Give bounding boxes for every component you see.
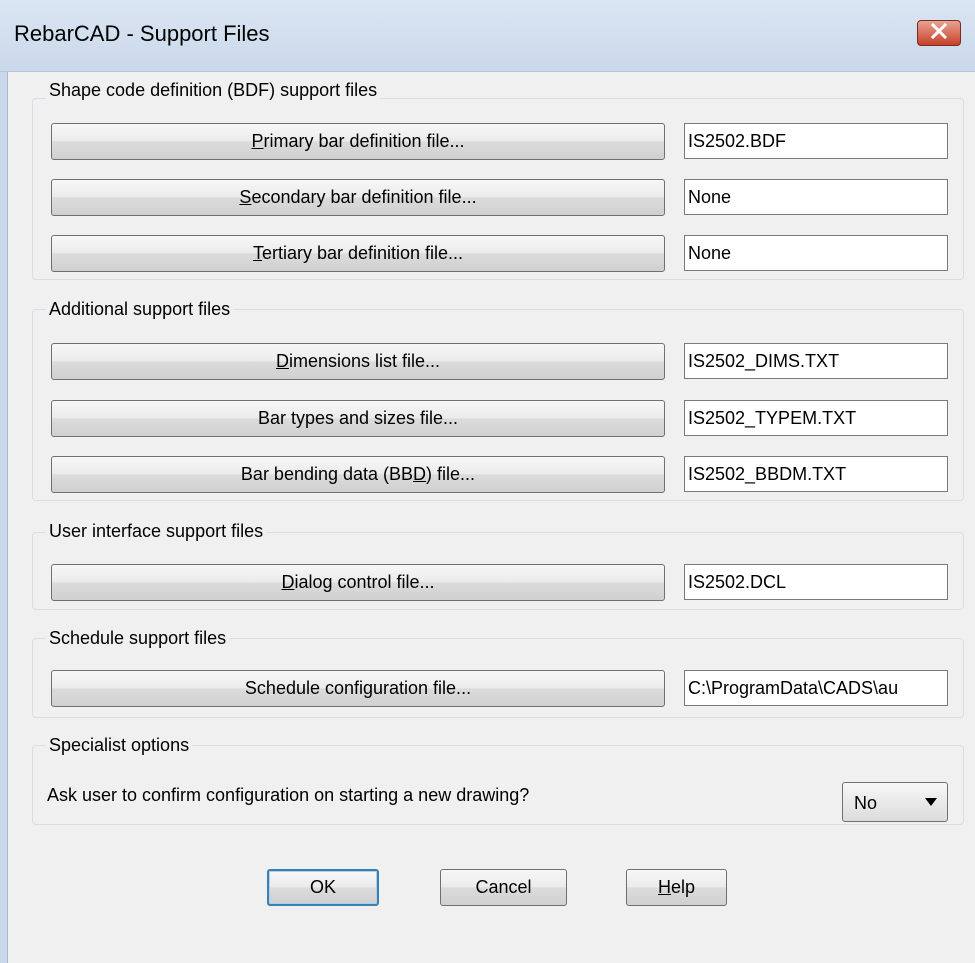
cancel-button[interactable]: Cancel [440,869,567,906]
close-button[interactable] [917,20,961,46]
bar-types-sizes-button[interactable]: Bar types and sizes file... [51,400,665,437]
shape-code-group-label: Shape code definition (BDF) support file… [46,80,381,101]
ok-button[interactable]: OK [267,869,379,906]
schedule-configuration-button[interactable]: Schedule configuration file... [51,670,665,707]
dimensions-list-field[interactable]: IS2502_DIMS.TXT [684,343,948,379]
primary-bar-definition-field[interactable]: IS2502.BDF [684,123,948,159]
secondary-bar-definition-field[interactable]: None [684,179,948,215]
dialog-control-button[interactable]: Dialog control file... [51,564,665,601]
select-value: No [854,793,878,813]
primary-bar-definition-button[interactable]: Primary bar definition file... [51,123,665,160]
chevron-down-icon [925,798,937,806]
dialog-control-field[interactable]: IS2502.DCL [684,564,948,600]
window-frame [0,72,8,963]
ui-support-group-label: User interface support files [46,521,267,542]
dimensions-list-button[interactable]: Dimensions list file... [51,343,665,380]
close-icon [930,22,948,44]
window-title: RebarCAD - Support Files [14,21,270,46]
schedule-configuration-field[interactable]: C:\ProgramData\CADS\au [684,670,948,706]
bar-types-sizes-field[interactable]: IS2502_TYPEM.TXT [684,400,948,436]
title-bar: RebarCAD - Support Files [0,0,975,72]
help-button[interactable]: Help [626,869,727,906]
tertiary-bar-definition-field[interactable]: None [684,235,948,271]
bar-bending-data-field[interactable]: IS2502_BBDM.TXT [684,456,948,492]
bar-bending-data-button[interactable]: Bar bending data (BBD) file... [51,456,665,493]
confirm-configuration-select[interactable]: No [842,782,948,822]
schedule-support-group-label: Schedule support files [46,628,230,649]
tertiary-bar-definition-button[interactable]: Tertiary bar definition file... [51,235,665,272]
specialist-options-group-label: Specialist options [46,735,193,756]
confirm-configuration-label: Ask user to confirm configuration on sta… [47,785,530,805]
additional-support-group-label: Additional support files [46,299,234,320]
secondary-bar-definition-button[interactable]: Secondary bar definition file... [51,179,665,216]
